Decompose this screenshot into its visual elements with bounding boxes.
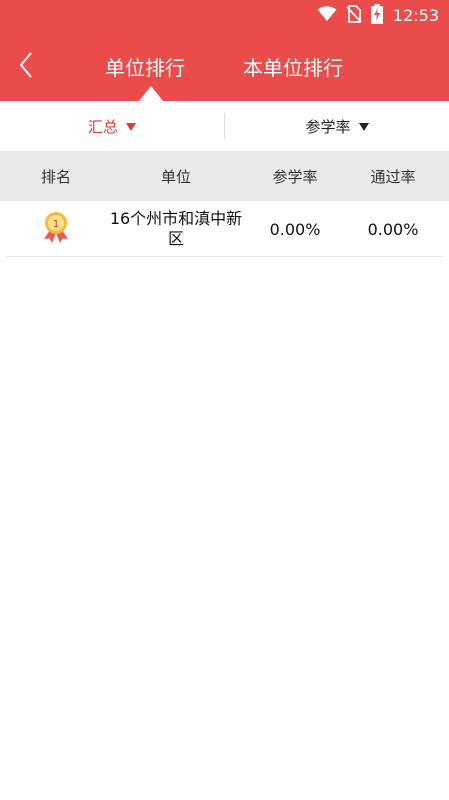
summary-filter-label: 汇总 — [87, 117, 118, 136]
unit-name: 16个州市和滇中新区 — [109, 209, 243, 248]
tab-unit-ranking[interactable]: 单位排行 — [105, 52, 185, 84]
app-header: 12:53 单位排行 本单位排行 — [0, 0, 449, 101]
active-tab-indicator — [139, 86, 163, 101]
column-header-rank: 排名 — [40, 167, 71, 186]
status-icons: 12:53 — [317, 4, 439, 28]
caret-down-icon — [126, 122, 136, 131]
rate-filter-label: 参学率 — [305, 117, 351, 136]
rank-1-medal-icon: 1 — [42, 211, 70, 247]
summary-filter-dropdown[interactable]: 汇总 — [0, 101, 224, 151]
table-row[interactable]: 1 16个州市和滇中新区 0.00% 0.00% — [0, 201, 449, 257]
rank-number: 1 — [53, 219, 59, 230]
rank-cell: 1 — [18, 201, 94, 257]
status-bar: 12:53 — [0, 0, 449, 32]
participation-rate-value: 0.00% — [269, 219, 321, 239]
table-header: 排名 单位 参学率 通过率 — [0, 151, 449, 201]
column-header-pass-rate: 通过率 — [370, 167, 416, 186]
column-header-participation-rate: 参学率 — [272, 167, 318, 186]
column-header-unit: 单位 — [160, 167, 191, 186]
caret-down-icon — [358, 122, 369, 131]
pass-rate-value: 0.00% — [367, 219, 419, 239]
chevron-left-icon — [18, 51, 34, 83]
row-divider — [6, 256, 443, 257]
status-time: 12:53 — [392, 6, 439, 25]
tab-own-unit-ranking[interactable]: 本单位排行 — [243, 52, 343, 84]
filter-bar: 汇总 参学率 — [0, 101, 449, 151]
rate-filter-dropdown[interactable]: 参学率 — [225, 101, 449, 151]
no-sim-icon — [346, 5, 362, 27]
battery-charging-icon — [370, 4, 383, 28]
back-button[interactable] — [14, 51, 38, 83]
wifi-icon — [317, 6, 337, 26]
